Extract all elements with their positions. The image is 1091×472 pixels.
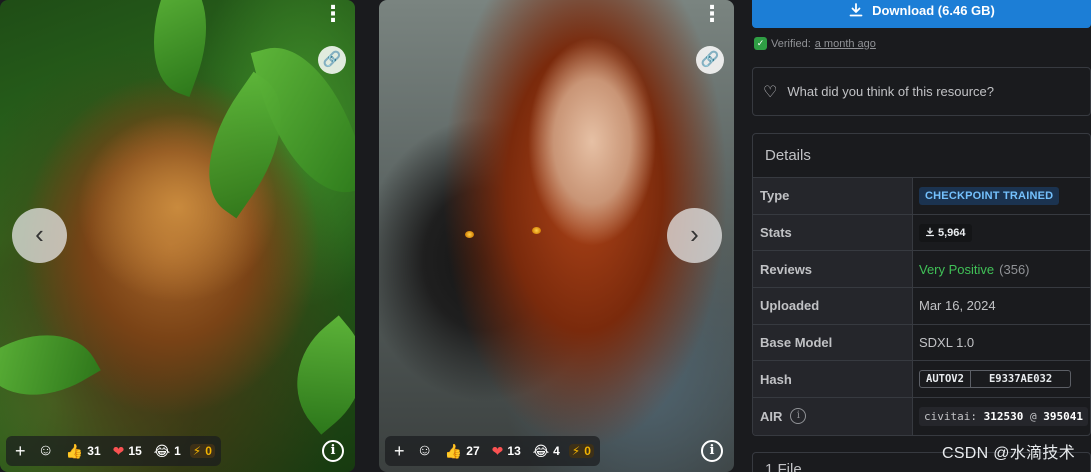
downloads-badge: 5,964 [919, 223, 972, 242]
download-button[interactable]: Download (6.46 GB) [752, 0, 1091, 28]
previous-image-button[interactable]: ‹ [12, 208, 67, 263]
laugh-reaction[interactable]: 😂 4 [530, 443, 563, 460]
type-badge: CHECKPOINT TRAINED [919, 186, 1060, 205]
verified-prefix: Verified: [771, 37, 811, 50]
resource-feedback-button[interactable]: ♡ What did you think of this resource? [752, 67, 1091, 116]
air-identifier[interactable]: civitai: 312530 @ 395041 [919, 406, 1088, 426]
reviews-label: Reviews [753, 251, 913, 288]
downloads-count: 5,964 [938, 226, 966, 239]
hash-value: E9337AE032 [969, 371, 1070, 388]
uploaded-date: Mar 16, 2024 [919, 298, 996, 314]
details-table: Details Type CHECKPOINT TRAINED Stats 5,… [752, 133, 1091, 436]
details-row-air: AIR i civitai: 312530 @ 395041 [753, 398, 1090, 435]
reactions-bar: + ☺ 👍 27 ❤ 13 😂 4 ⚡ 0 [385, 436, 600, 466]
download-icon [925, 227, 935, 236]
like-count: 27 [466, 444, 480, 458]
heart-reaction[interactable]: ❤ 13 [489, 443, 524, 460]
details-row-reviews: Reviews Very Positive (356) [753, 251, 1090, 289]
type-label: Type [753, 178, 913, 214]
wolf-eye-decoration [532, 227, 541, 234]
link-icon[interactable]: 🔗 [318, 46, 346, 74]
add-reaction-smiley-icon[interactable]: ☺ [35, 442, 57, 460]
reviews-count: (356) [999, 261, 1030, 277]
heart-reaction[interactable]: ❤ 15 [110, 443, 145, 460]
buzz-count: 0 [205, 444, 212, 458]
image-info-icon[interactable]: i [701, 440, 723, 462]
verified-time-link[interactable]: a month ago [815, 38, 876, 50]
buzz-count: 0 [584, 444, 591, 458]
bolt-icon: ⚡ [571, 444, 581, 458]
details-row-base-model: Base Model SDXL 1.0 [753, 324, 1090, 362]
add-reaction-smiley-icon[interactable]: ☺ [414, 442, 436, 460]
heart-icon: ❤ [491, 442, 504, 459]
laugh-count: 1 [174, 444, 181, 458]
base-model-value: SDXL 1.0 [919, 335, 975, 351]
air-prefix: civitai: [924, 409, 977, 423]
reviews-rating-link[interactable]: Very Positive [919, 262, 994, 277]
laugh-count: 4 [553, 444, 560, 458]
like-reaction[interactable]: 👍 31 [63, 443, 104, 460]
wolf-eye-decoration [465, 231, 474, 238]
laugh-reaction[interactable]: 😂 1 [151, 443, 184, 460]
laugh-icon: 😂 [153, 442, 171, 459]
air-info-icon[interactable]: i [790, 408, 807, 425]
csdn-watermark: CSDN @水滴技术 [941, 445, 1075, 462]
buzz-reaction[interactable]: ⚡ 0 [568, 444, 594, 458]
like-reaction[interactable]: 👍 27 [442, 443, 483, 460]
bolt-icon: ⚡ [192, 444, 202, 458]
resource-sidebar: Download (6.46 GB) ✓ Verified: a month a… [752, 0, 1091, 472]
heart-icon: ❤ [112, 442, 125, 459]
link-icon[interactable]: 🔗 [696, 46, 724, 74]
download-icon [849, 3, 863, 17]
air-label: AIR [760, 408, 783, 424]
hash-label: Hash [753, 361, 913, 398]
details-title[interactable]: Details [753, 134, 1090, 178]
details-row-hash: Hash AUTOV2 E9337AE032 [753, 361, 1090, 399]
air-at: @ [1029, 409, 1037, 423]
air-version-id: 395041 [1043, 409, 1083, 423]
heart-outline-icon: ♡ [763, 83, 778, 101]
like-count: 31 [87, 444, 101, 458]
more-options-icon[interactable]: ⋮ [701, 3, 723, 32]
buzz-reaction[interactable]: ⚡ 0 [189, 444, 215, 458]
next-image-button[interactable]: › [667, 208, 722, 263]
details-row-uploaded: Uploaded Mar 16, 2024 [753, 288, 1090, 325]
download-label: Download (6.46 GB) [872, 2, 995, 18]
stats-label: Stats [753, 214, 913, 251]
details-row-type: Type CHECKPOINT TRAINED [753, 178, 1090, 215]
laugh-icon: 😂 [532, 442, 550, 459]
image-card-lion[interactable]: ⋮ 🔗 ‹ + ☺ 👍 31 ❤ 15 😂 1 ⚡ 0 i [0, 0, 355, 472]
add-reaction-plus-icon[interactable]: + [12, 441, 29, 462]
verified-status: ✓ Verified: a month ago [754, 37, 876, 50]
add-reaction-plus-icon[interactable]: + [391, 441, 408, 462]
hash-copy-button[interactable]: AUTOV2 E9337AE032 [919, 370, 1072, 389]
details-row-stats: Stats 5,964 [753, 214, 1090, 252]
uploaded-label: Uploaded [753, 288, 913, 324]
heart-count: 13 [507, 444, 521, 458]
hash-algorithm[interactable]: AUTOV2 [920, 371, 970, 387]
heart-count: 15 [128, 444, 142, 458]
base-model-label: Base Model [753, 324, 913, 361]
air-model-id: 312530 [983, 409, 1024, 423]
feedback-prompt: What did you think of this resource? [787, 84, 995, 99]
reactions-bar: + ☺ 👍 31 ❤ 15 😂 1 ⚡ 0 [6, 436, 221, 466]
shield-check-icon: ✓ [754, 37, 767, 50]
more-options-icon[interactable]: ⋮ [322, 3, 344, 32]
image-info-icon[interactable]: i [322, 440, 344, 462]
thumbs-up-icon: 👍 [65, 442, 84, 459]
thumbs-up-icon: 👍 [444, 442, 463, 459]
image-card-portrait[interactable]: ⋮ 🔗 › + ☺ 👍 27 ❤ 13 😂 4 ⚡ 0 i [379, 0, 734, 472]
